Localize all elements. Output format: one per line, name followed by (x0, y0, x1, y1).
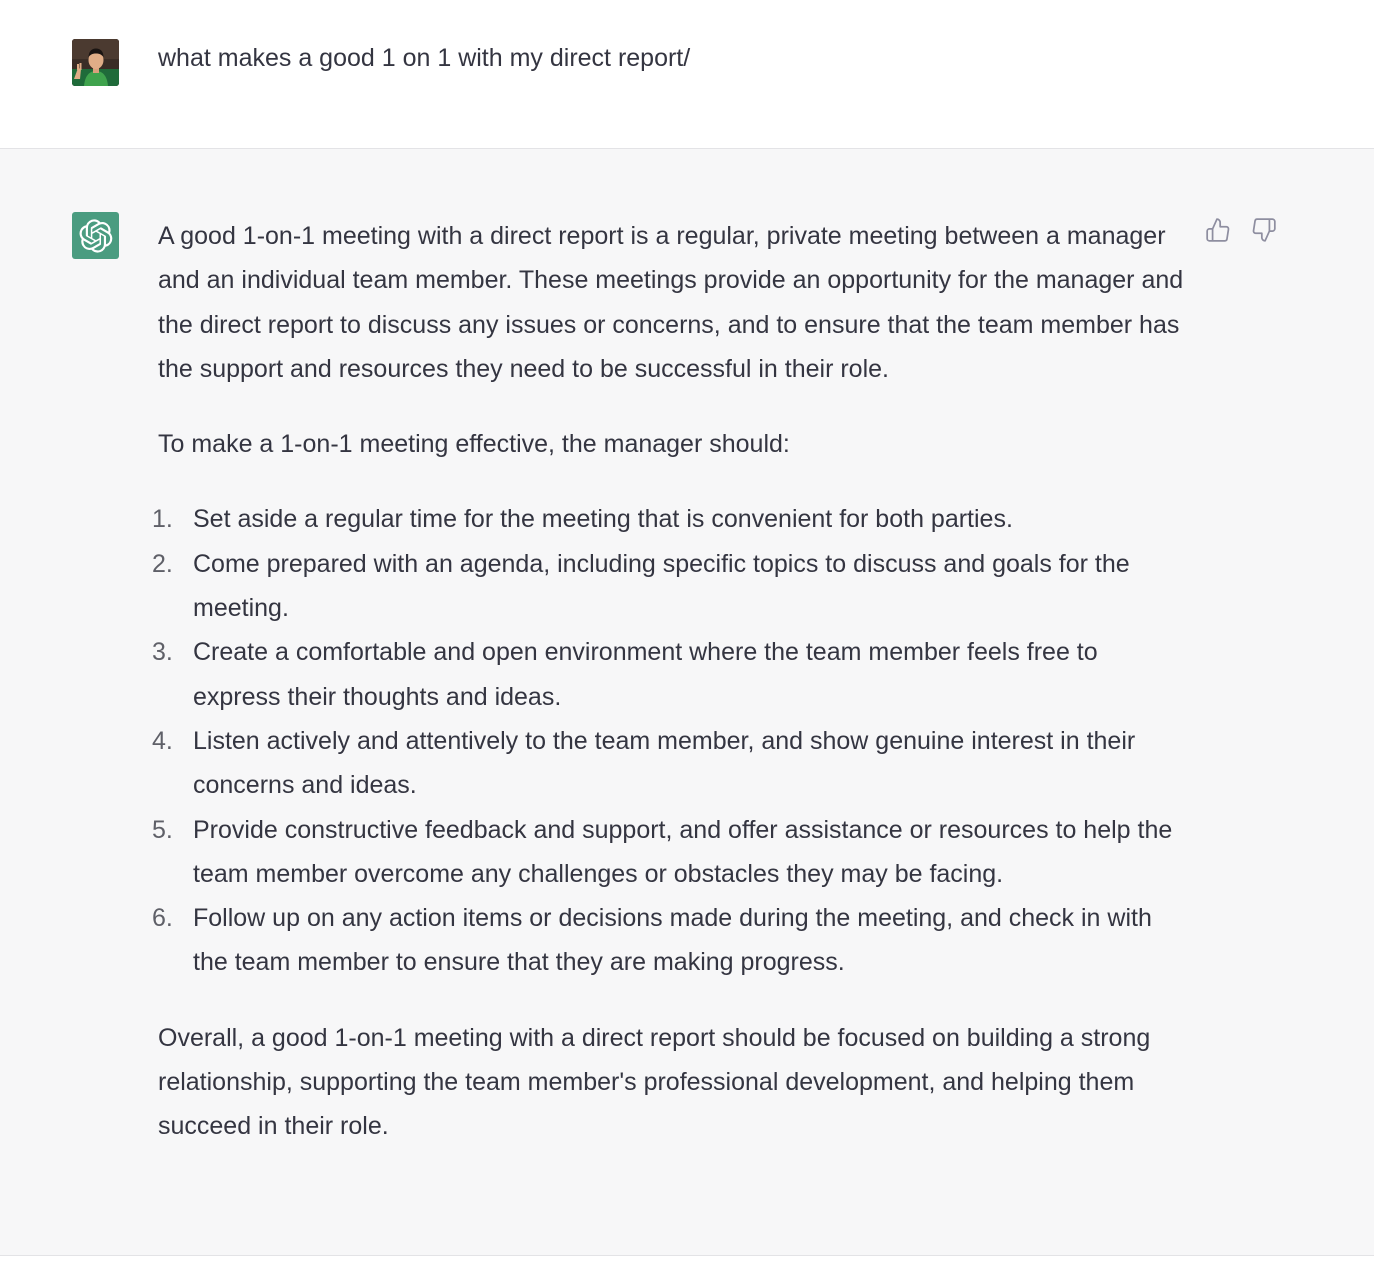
list-item-text: Come prepared with an agenda, including … (193, 549, 1130, 623)
list-item: 4. Listen actively and attentively to th… (152, 719, 1188, 808)
assistant-avatar (72, 212, 119, 259)
list-item-number: 1. (152, 505, 173, 534)
list-item: 5. Provide constructive feedback and sup… (152, 808, 1188, 897)
list-item: 1. Set aside a regular time for the meet… (152, 497, 1188, 541)
assistant-lead-paragraph: To make a 1-on-1 meeting effective, the … (158, 430, 790, 459)
openai-logo-icon (79, 218, 112, 253)
list-item-text: Set aside a regular time for the meeting… (193, 505, 1013, 534)
assistant-message-content: A good 1-on-1 meeting with a direct repo… (152, 214, 1188, 1149)
thumbs-down-icon (1252, 218, 1276, 242)
list-item-text: Create a comfortable and open environmen… (193, 638, 1098, 711)
list-item-number: 2. (152, 549, 173, 578)
thumbs-up-icon (1206, 218, 1230, 242)
bottom-spacer (0, 1256, 1374, 1270)
list-item-text: Follow up on any action items or decisio… (193, 904, 1152, 977)
list-item: 6. Follow up on any action items or deci… (152, 896, 1188, 985)
list-item-number: 3. (152, 638, 173, 667)
list-item-text: Listen actively and attentively to the t… (193, 726, 1136, 800)
assistant-conclusion-paragraph: Overall, a good 1-on-1 meeting with a di… (158, 1023, 1151, 1141)
list-item-number: 4. (152, 726, 173, 755)
assistant-message-row: A good 1-on-1 meeting with a direct repo… (0, 149, 1374, 1256)
list-item-number: 6. (152, 904, 173, 933)
list-item: 3. Create a comfortable and open environ… (152, 630, 1188, 719)
user-message-row: what makes a good 1 on 1 with my direct … (0, 0, 1374, 149)
assistant-intro-paragraph: A good 1-on-1 meeting with a direct repo… (158, 222, 1184, 383)
feedback-buttons (1205, 215, 1277, 245)
list-item-number: 5. (152, 815, 173, 844)
list-item: 2. Come prepared with an agenda, includi… (152, 542, 1188, 631)
thumbs-up-button[interactable] (1205, 215, 1231, 245)
list-item-text: Provide constructive feedback and suppor… (193, 815, 1173, 888)
user-photo-avatar (72, 39, 119, 86)
thumbs-down-button[interactable] (1251, 215, 1277, 245)
user-avatar (72, 39, 119, 86)
recommendations-list: 1. Set aside a regular time for the meet… (152, 497, 1188, 985)
user-message-text: what makes a good 1 on 1 with my direct … (158, 44, 691, 72)
